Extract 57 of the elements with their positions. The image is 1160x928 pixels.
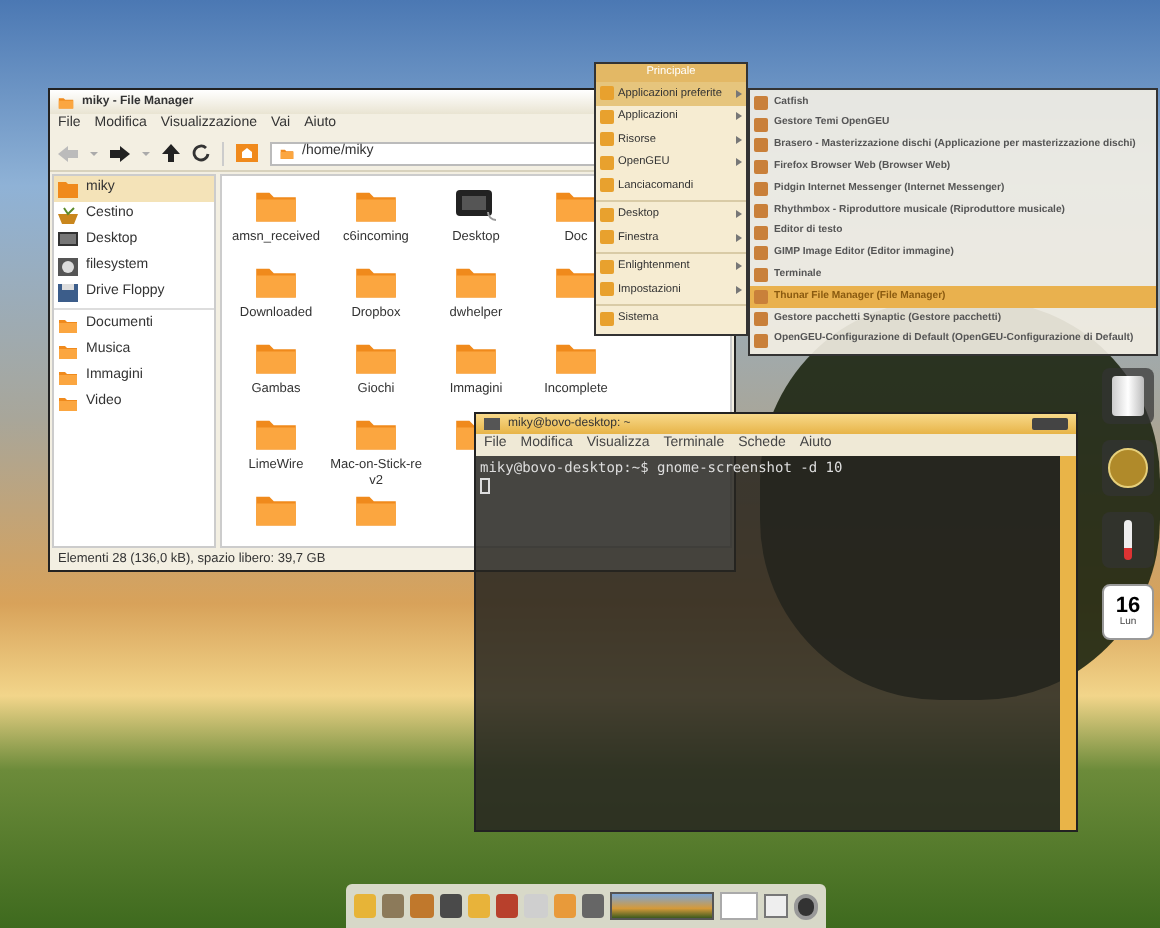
home-icon — [58, 180, 78, 198]
folder-icon — [254, 340, 298, 376]
windows-icon[interactable] — [764, 894, 788, 918]
home-icon[interactable] — [236, 144, 258, 162]
folder-icon — [254, 492, 298, 528]
submenu-arrow-icon — [736, 285, 742, 294]
folder-icon — [454, 264, 498, 300]
forward-arrow-icon[interactable] — [110, 145, 130, 161]
dropdown-caret-icon[interactable] — [142, 151, 150, 155]
workspace-switcher[interactable] — [720, 892, 759, 920]
submenu-arrow-icon — [736, 112, 742, 121]
app-launcher-icon[interactable] — [382, 894, 405, 918]
workspace-switcher[interactable] — [609, 892, 715, 920]
folder-icon — [354, 340, 398, 376]
folder-icon — [354, 416, 398, 452]
folder-icon — [354, 264, 398, 300]
monitor-icon — [58, 232, 78, 250]
folder-icon — [554, 188, 598, 224]
terminal-icon — [484, 418, 500, 430]
folder-icon — [354, 492, 398, 528]
app-launcher-icon[interactable] — [581, 894, 604, 918]
scrollbar[interactable] — [1060, 456, 1076, 830]
calendar-day: 16 — [1115, 596, 1141, 618]
folder-icon — [58, 343, 78, 359]
thermometer-icon[interactable] — [1102, 512, 1154, 568]
submenu-arrow-icon — [736, 89, 742, 98]
disk-icon — [58, 258, 78, 276]
floppy-icon — [58, 284, 78, 302]
monitor-icon[interactable] — [454, 188, 498, 224]
folder-icon — [58, 369, 78, 385]
folder-icon — [280, 147, 294, 159]
folder-icon — [554, 340, 598, 376]
reload-icon[interactable] — [192, 144, 210, 162]
folder-icon — [554, 264, 598, 300]
text-cursor — [480, 478, 490, 494]
folder-icon — [254, 188, 298, 224]
window-icon — [58, 95, 74, 109]
app-launcher-icon[interactable] — [439, 894, 462, 918]
folder-icon — [254, 264, 298, 300]
submenu-arrow-icon — [736, 262, 742, 271]
speaker-icon[interactable] — [793, 893, 819, 919]
folder-icon — [58, 317, 78, 333]
submenu-arrow-icon — [736, 233, 742, 242]
folder-icon — [58, 395, 78, 411]
submenu-arrow-icon — [736, 158, 742, 167]
up-arrow-icon[interactable] — [162, 144, 180, 162]
basket-icon — [58, 206, 78, 224]
folder-icon — [254, 416, 298, 452]
submenu-arrow-icon — [736, 210, 742, 219]
trash-can-icon[interactable] — [1102, 368, 1154, 424]
back-arrow-icon[interactable] — [58, 145, 78, 161]
app-launcher-icon[interactable] — [496, 894, 519, 918]
folder-icon — [354, 188, 398, 224]
dropdown-caret-icon[interactable] — [90, 151, 98, 155]
gauge-icon[interactable] — [1102, 440, 1154, 496]
folder-icon — [454, 340, 498, 376]
submenu-arrow-icon — [736, 135, 742, 144]
